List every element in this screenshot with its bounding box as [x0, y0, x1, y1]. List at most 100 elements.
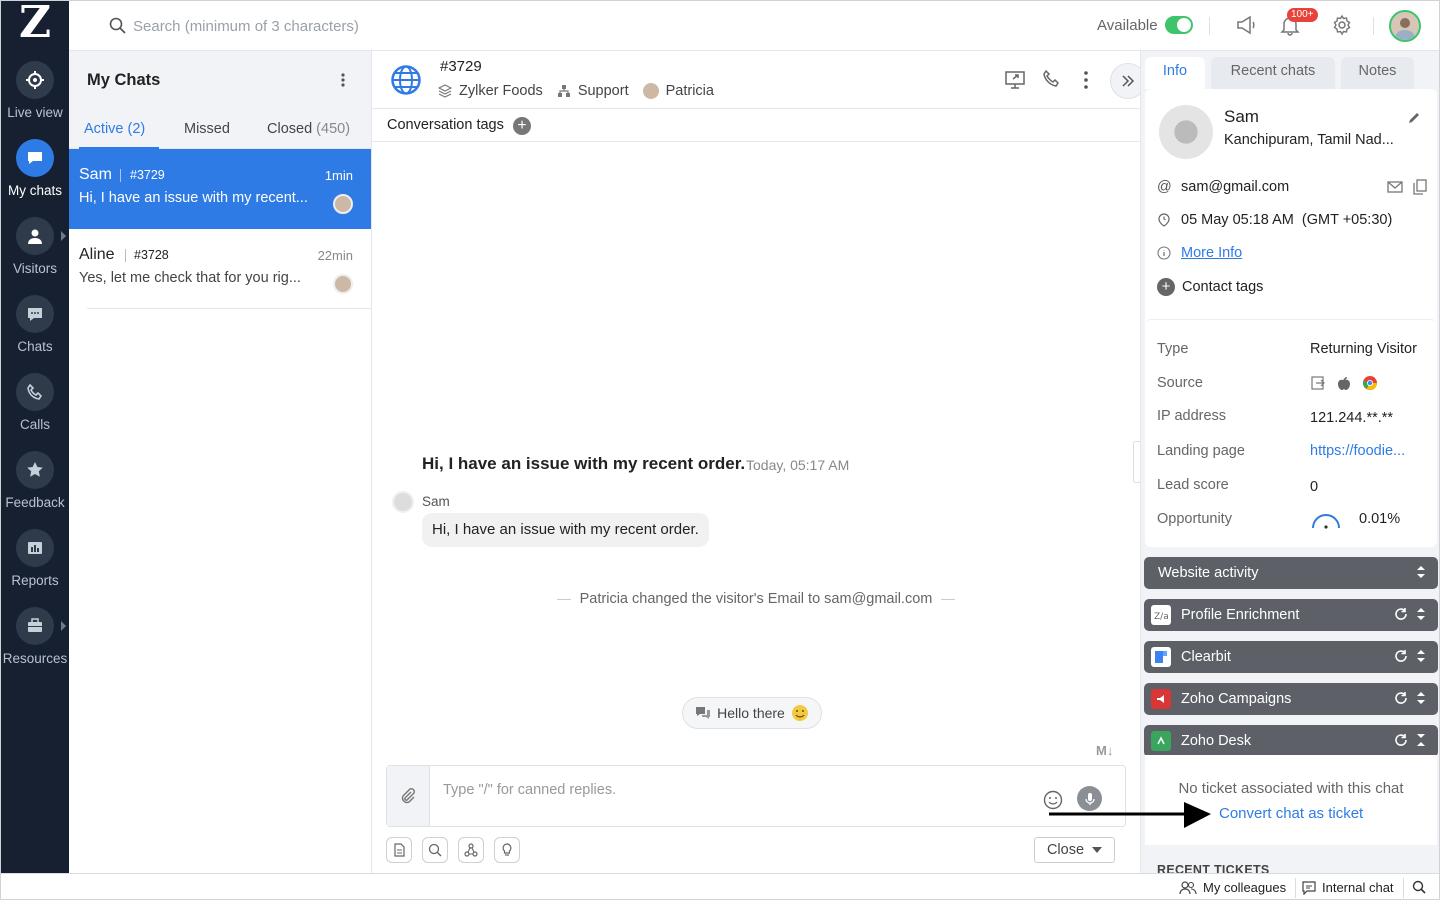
share-icon — [464, 843, 478, 857]
contact-tags-row[interactable]: + Contact tags — [1157, 278, 1263, 296]
nav-calls[interactable]: Calls — [1, 373, 69, 451]
chat-icon — [696, 707, 711, 719]
nav-visitors[interactable]: Visitors — [1, 217, 69, 295]
tab-recent-chats[interactable]: Recent chats — [1211, 57, 1335, 89]
department-item: Support — [557, 83, 629, 99]
no-ticket-message: No ticket associated with this chat — [1178, 780, 1404, 797]
person-icon — [16, 217, 54, 255]
nav-my-chats[interactable]: My chats — [1, 139, 69, 217]
megaphone-icon[interactable] — [1235, 14, 1257, 36]
zoho-desk-icon — [1151, 731, 1171, 751]
nav-reports[interactable]: Reports — [1, 529, 69, 607]
chat-list-item[interactable]: Sam #3729 1min Hi, I have an issue with … — [69, 149, 371, 229]
copy-icon[interactable] — [1413, 179, 1427, 195]
visitor-email[interactable]: sam@gmail.com — [1181, 179, 1289, 195]
chat-question: Hi, I have an issue with my recent order… — [422, 454, 746, 473]
tab-missed[interactable]: Missed — [184, 121, 230, 137]
detail-label: Type — [1157, 341, 1189, 357]
landing-page-link[interactable]: https://foodie... — [1310, 443, 1405, 459]
edit-pencil-icon[interactable] — [1407, 111, 1421, 125]
clearbit-icon — [1151, 647, 1171, 667]
user-avatar[interactable] — [1389, 10, 1421, 42]
chat-time: 1min — [324, 168, 353, 183]
nav-resources[interactable]: Resources — [1, 607, 69, 685]
chat-time: 22min — [317, 248, 353, 263]
chat-list-header: My Chats — [69, 51, 371, 107]
divider — [120, 169, 121, 182]
layers-icon — [438, 84, 452, 98]
opportunity-gauge — [1312, 514, 1340, 529]
bot-tool-button[interactable] — [458, 837, 484, 863]
suggestion-tool-button[interactable] — [494, 837, 520, 863]
convert-to-ticket-link[interactable]: Convert chat as ticket — [1219, 805, 1363, 822]
zoho-desk-section[interactable]: Zoho Desk — [1144, 725, 1438, 757]
operator-item: Patricia — [642, 83, 714, 99]
annotation-arrow — [1049, 802, 1211, 828]
note-tool-button[interactable] — [386, 837, 412, 863]
source-icons — [1310, 375, 1378, 391]
visitor-name: Sam — [1224, 107, 1259, 126]
conversation-tags-label: Conversation tags — [387, 117, 504, 133]
nav-chats[interactable]: Chats — [1, 295, 69, 373]
refresh-icon[interactable] — [1394, 649, 1408, 663]
expand-toggle-icon[interactable] — [1416, 607, 1426, 621]
chat-list-item[interactable]: Aline #3728 22min Yes, let me check that… — [69, 229, 371, 309]
search-articles-button[interactable] — [422, 837, 448, 863]
crosshair-icon — [16, 61, 54, 99]
refresh-icon[interactable] — [1394, 733, 1408, 747]
markdown-icon[interactable]: M↓ — [1096, 743, 1113, 758]
website-activity-section[interactable]: Website activity — [1144, 557, 1438, 589]
zoho-campaigns-section[interactable]: Zoho Campaigns — [1144, 683, 1438, 715]
add-tag-button[interactable]: + — [513, 117, 531, 135]
more-options-icon[interactable] — [341, 73, 345, 87]
detail-label: Landing page — [1157, 443, 1245, 459]
chat-tabs: Active (2) Missed Closed (450) — [69, 107, 371, 149]
divider — [941, 598, 956, 600]
sender-name: Sam — [422, 494, 450, 509]
chevron-right-double-icon — [1122, 75, 1135, 87]
my-colleagues-button[interactable]: My colleagues — [1179, 880, 1286, 895]
clearbit-section[interactable]: Clearbit — [1144, 641, 1438, 673]
more-options-icon[interactable] — [1084, 71, 1088, 89]
suggested-reply-chip[interactable]: Hello there — [682, 697, 822, 729]
collapse-toggle-icon[interactable] — [1416, 733, 1426, 747]
expand-toggle-icon[interactable] — [1416, 691, 1426, 705]
tab-closed[interactable]: Closed (450) — [267, 121, 350, 137]
call-icon[interactable] — [1042, 69, 1062, 89]
nav-feedback[interactable]: Feedback — [1, 451, 69, 529]
more-info-link[interactable]: More Info — [1181, 245, 1242, 261]
availability-toggle[interactable] — [1165, 16, 1193, 34]
system-message: Patricia changed the visitor's Email to … — [372, 591, 1140, 607]
internal-chat-button[interactable]: Internal chat — [1302, 880, 1394, 895]
app-logo[interactable]: Z — [1, 1, 69, 51]
divider — [1209, 17, 1210, 35]
refresh-icon[interactable] — [1394, 607, 1408, 621]
visitor-info-panel: Info Recent chats Notes Sam Kanchipuram,… — [1140, 51, 1439, 873]
tab-info[interactable]: Info — [1145, 57, 1205, 89]
tab-active[interactable]: Active (2) — [84, 121, 145, 137]
chat-id: #3728 — [134, 248, 169, 262]
brand-name: Zylker Foods — [459, 83, 543, 99]
profile-enrichment-section[interactable]: Z/a Profile Enrichment — [1144, 599, 1438, 631]
section-controls — [1394, 733, 1426, 747]
recent-tickets-heading: RECENT TICKETS — [1157, 863, 1270, 873]
section-label: Clearbit — [1181, 649, 1231, 665]
screen-share-icon[interactable] — [1004, 68, 1026, 90]
chat-question-time: Today, 05:17 AM — [746, 457, 850, 473]
divider — [87, 308, 371, 309]
tab-notes[interactable]: Notes — [1341, 57, 1414, 89]
search-doc-icon — [428, 843, 442, 857]
nav-label: My chats — [7, 183, 62, 198]
nav-live-view[interactable]: Live view — [1, 61, 69, 139]
search-input[interactable] — [133, 14, 493, 38]
refresh-icon[interactable] — [1394, 691, 1408, 705]
divider — [1373, 17, 1374, 35]
expand-toggle-icon[interactable] — [1416, 649, 1426, 663]
message-input[interactable] — [443, 780, 1023, 800]
attach-button[interactable] — [387, 766, 430, 826]
gear-icon[interactable] — [1331, 14, 1353, 36]
close-chat-button[interactable]: Close — [1034, 837, 1115, 863]
bottom-search-icon[interactable] — [1412, 880, 1432, 894]
phone-icon — [16, 373, 54, 411]
mail-icon[interactable] — [1387, 180, 1403, 194]
